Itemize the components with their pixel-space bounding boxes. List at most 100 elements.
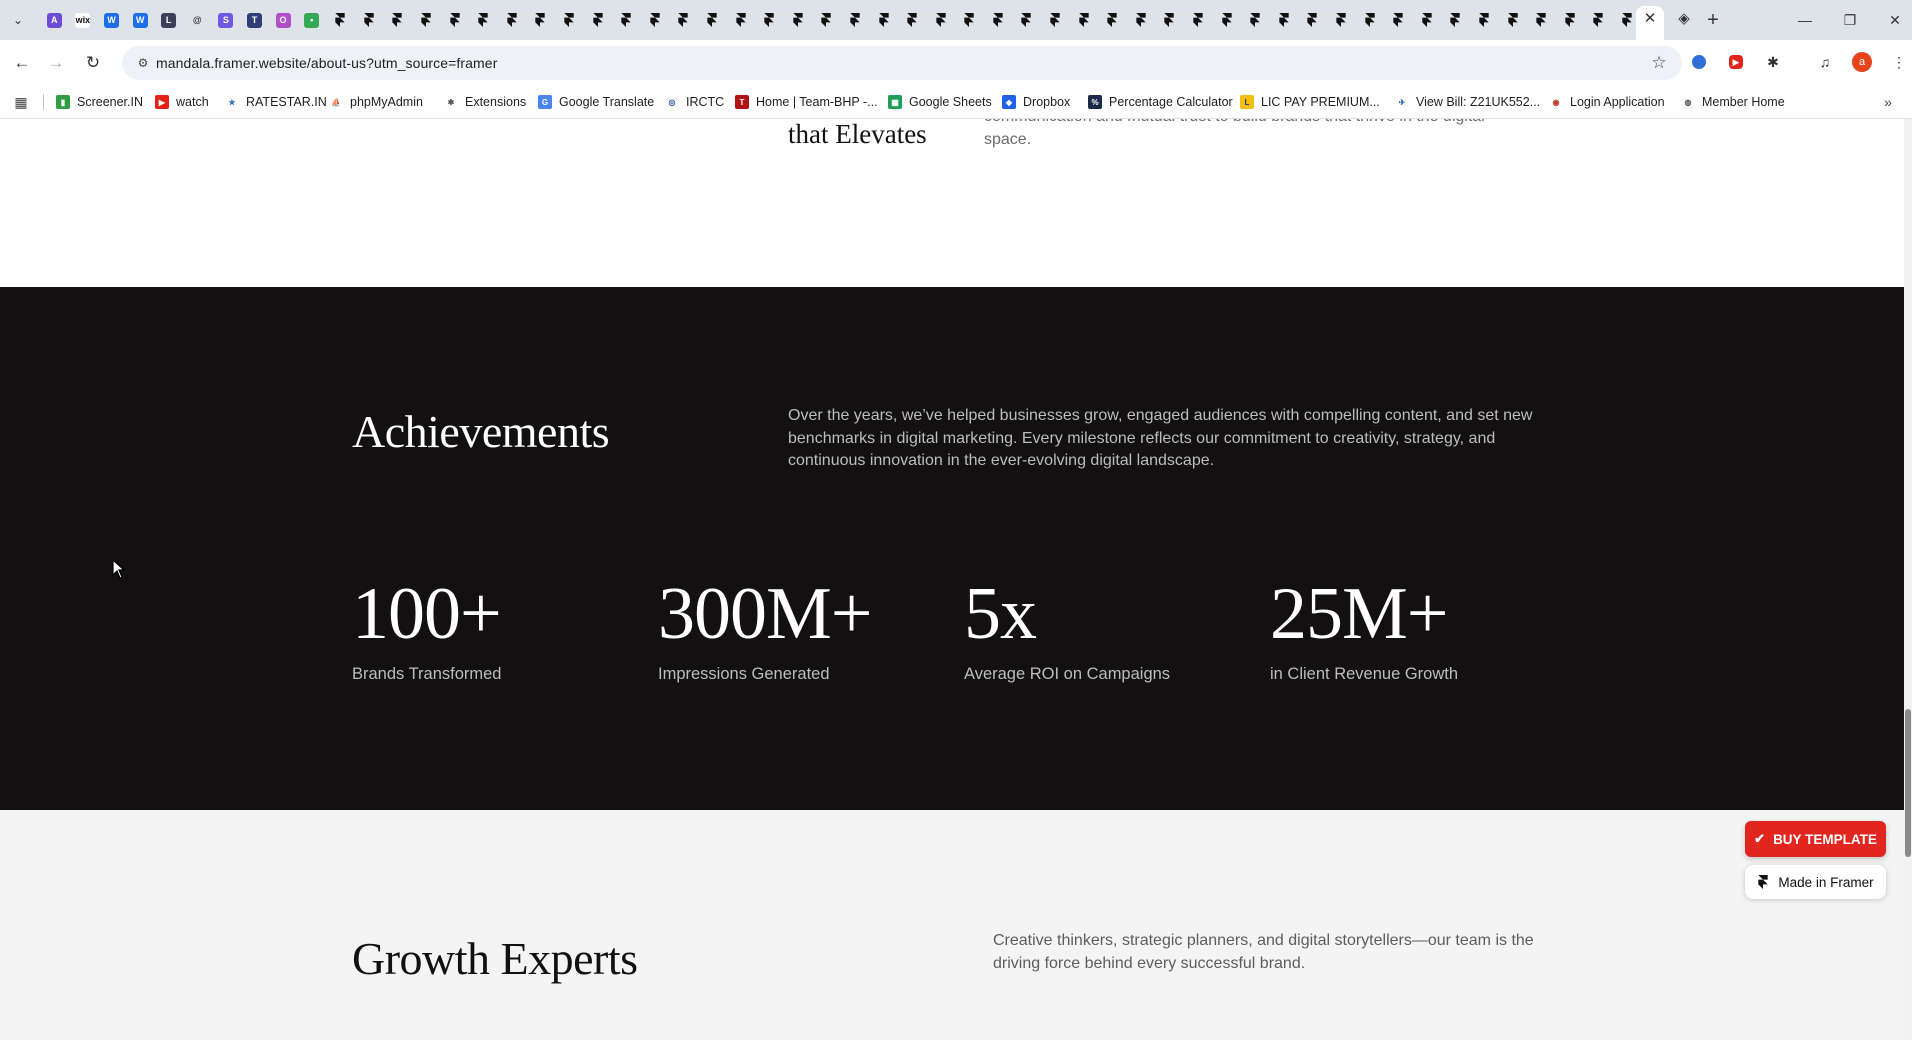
bookmark-item[interactable]: ◍ Member Home — [1681, 92, 1785, 112]
tab[interactable]: W — [126, 9, 155, 31]
tab[interactable]: • — [297, 9, 326, 31]
tab[interactable] — [526, 9, 555, 31]
tab[interactable] — [1413, 9, 1442, 31]
tab[interactable] — [1241, 9, 1270, 31]
tab[interactable]: W — [97, 9, 126, 31]
tab[interactable] — [1584, 9, 1613, 31]
tab[interactable] — [326, 9, 355, 31]
avatar[interactable]: a — [1851, 51, 1873, 73]
made-in-framer-button[interactable]: Made in Framer — [1745, 865, 1886, 899]
more-bookmarks-icon[interactable]: » — [1878, 92, 1898, 112]
bookmark-item[interactable]: ✈ View Bill: Z21UK552... — [1395, 92, 1540, 112]
bookmark-item[interactable]: % Percentage Calculator — [1088, 92, 1233, 112]
tab[interactable]: @ — [183, 9, 212, 31]
tab[interactable] — [869, 9, 898, 31]
tab[interactable] — [440, 9, 469, 31]
bookmark-item[interactable]: ⛵ phpMyAdmin — [329, 92, 423, 112]
tab[interactable] — [698, 9, 727, 31]
tab[interactable] — [1527, 9, 1556, 31]
tab[interactable] — [1270, 9, 1299, 31]
reload-icon[interactable]: ↻ — [81, 51, 105, 75]
tab[interactable] — [355, 9, 384, 31]
tab[interactable] — [1441, 9, 1470, 31]
tab[interactable] — [812, 9, 841, 31]
bookmark-item[interactable]: L LIC PAY PREMIUM... — [1240, 92, 1380, 112]
tab[interactable] — [1470, 9, 1499, 31]
bookmark-item[interactable]: ★ RATESTAR.IN — [225, 92, 327, 112]
tab[interactable] — [1384, 9, 1413, 31]
framer-diamond-tab-icon[interactable]: ◈ — [1675, 10, 1693, 28]
tab[interactable] — [783, 9, 812, 31]
scrollbar-thumb[interactable] — [1905, 709, 1911, 857]
tab[interactable]: wix — [69, 9, 98, 31]
tab[interactable] — [1155, 9, 1184, 31]
achievements-title: Achievements — [352, 406, 610, 457]
puzzle-icon[interactable]: ✱ — [1762, 51, 1784, 73]
bookmark-item[interactable]: ◆ Dropbox — [1002, 92, 1070, 112]
tab[interactable] — [412, 9, 441, 31]
tab[interactable] — [755, 9, 784, 31]
tab[interactable] — [1069, 9, 1098, 31]
tab[interactable] — [1555, 9, 1584, 31]
page-scrollbar[interactable] — [1904, 119, 1912, 1040]
tab[interactable] — [1184, 9, 1213, 31]
tab[interactable]: T — [240, 9, 269, 31]
bookmark-item[interactable]: ▦ Google Sheets — [888, 92, 992, 112]
tab[interactable] — [1212, 9, 1241, 31]
tab[interactable] — [498, 9, 527, 31]
tab[interactable] — [926, 9, 955, 31]
bookmark-label: View Bill: Z21UK552... — [1416, 95, 1541, 109]
bookmark-item[interactable]: G Google Translate — [538, 92, 654, 112]
tab[interactable]: L — [154, 9, 183, 31]
tab[interactable] — [1355, 9, 1384, 31]
tab[interactable] — [1127, 9, 1156, 31]
tab[interactable] — [984, 9, 1013, 31]
extension-icon[interactable] — [1688, 51, 1710, 73]
media-control-icon[interactable]: ♫ — [1814, 51, 1836, 73]
tab[interactable] — [1041, 9, 1070, 31]
restore-icon[interactable]: ❐ — [1835, 9, 1865, 31]
tab[interactable] — [469, 9, 498, 31]
tab[interactable] — [1098, 9, 1127, 31]
minimize-icon[interactable]: — — [1790, 9, 1820, 31]
tab[interactable] — [1298, 9, 1327, 31]
bookmark-item[interactable]: ▮ Screener.IN — [56, 92, 143, 112]
tab[interactable] — [583, 9, 612, 31]
menu-icon[interactable]: ⋮ — [1888, 51, 1910, 73]
tab-search-icon[interactable]: ⌄ — [10, 12, 26, 28]
tab[interactable] — [1327, 9, 1356, 31]
url-text[interactable]: mandala.framer.website/about-us?utm_sour… — [156, 55, 497, 71]
stat-value: 25M+ — [1270, 573, 1449, 655]
bookmark-favicon-icon: ⛵ — [329, 95, 343, 109]
tab[interactable] — [383, 9, 412, 31]
bookmark-item[interactable]: ◉ Login Application — [1549, 92, 1665, 112]
bookmark-item[interactable]: ◎ IRCTC — [665, 92, 724, 112]
close-tab-icon[interactable]: ✕ — [1641, 10, 1659, 28]
tab[interactable] — [1498, 9, 1527, 31]
tab[interactable]: A — [40, 9, 69, 31]
address-bar[interactable]: ⚙ mandala.framer.website/about-us?utm_so… — [122, 46, 1682, 80]
back-icon[interactable]: ← — [10, 51, 34, 75]
tab[interactable] — [898, 9, 927, 31]
tab[interactable] — [841, 9, 870, 31]
bookmark-star-icon[interactable]: ☆ — [1648, 52, 1670, 74]
close-window-icon[interactable]: ✕ — [1880, 9, 1910, 31]
bookmark-item[interactable]: T Home | Team-BHP -... — [735, 92, 878, 112]
tab[interactable]: O — [269, 9, 298, 31]
buy-template-button[interactable]: ✔ BUY TEMPLATE — [1745, 821, 1886, 857]
bookmark-item[interactable]: ✱ Extensions — [444, 92, 526, 112]
tab[interactable] — [726, 9, 755, 31]
site-info-icon[interactable]: ⚙ — [134, 54, 152, 72]
tab[interactable] — [955, 9, 984, 31]
apps-grid-icon[interactable]: ▦ — [12, 93, 30, 111]
forward-icon[interactable]: → — [44, 51, 68, 75]
tab[interactable] — [669, 9, 698, 31]
tab[interactable]: S — [212, 9, 241, 31]
tab[interactable] — [612, 9, 641, 31]
shield-extension-icon[interactable]: ▶ — [1725, 51, 1747, 73]
tab[interactable] — [1012, 9, 1041, 31]
tab[interactable] — [640, 9, 669, 31]
new-tab-button[interactable]: + — [1703, 10, 1723, 30]
bookmark-item[interactable]: ▶ watch — [155, 92, 209, 112]
tab[interactable] — [555, 9, 584, 31]
